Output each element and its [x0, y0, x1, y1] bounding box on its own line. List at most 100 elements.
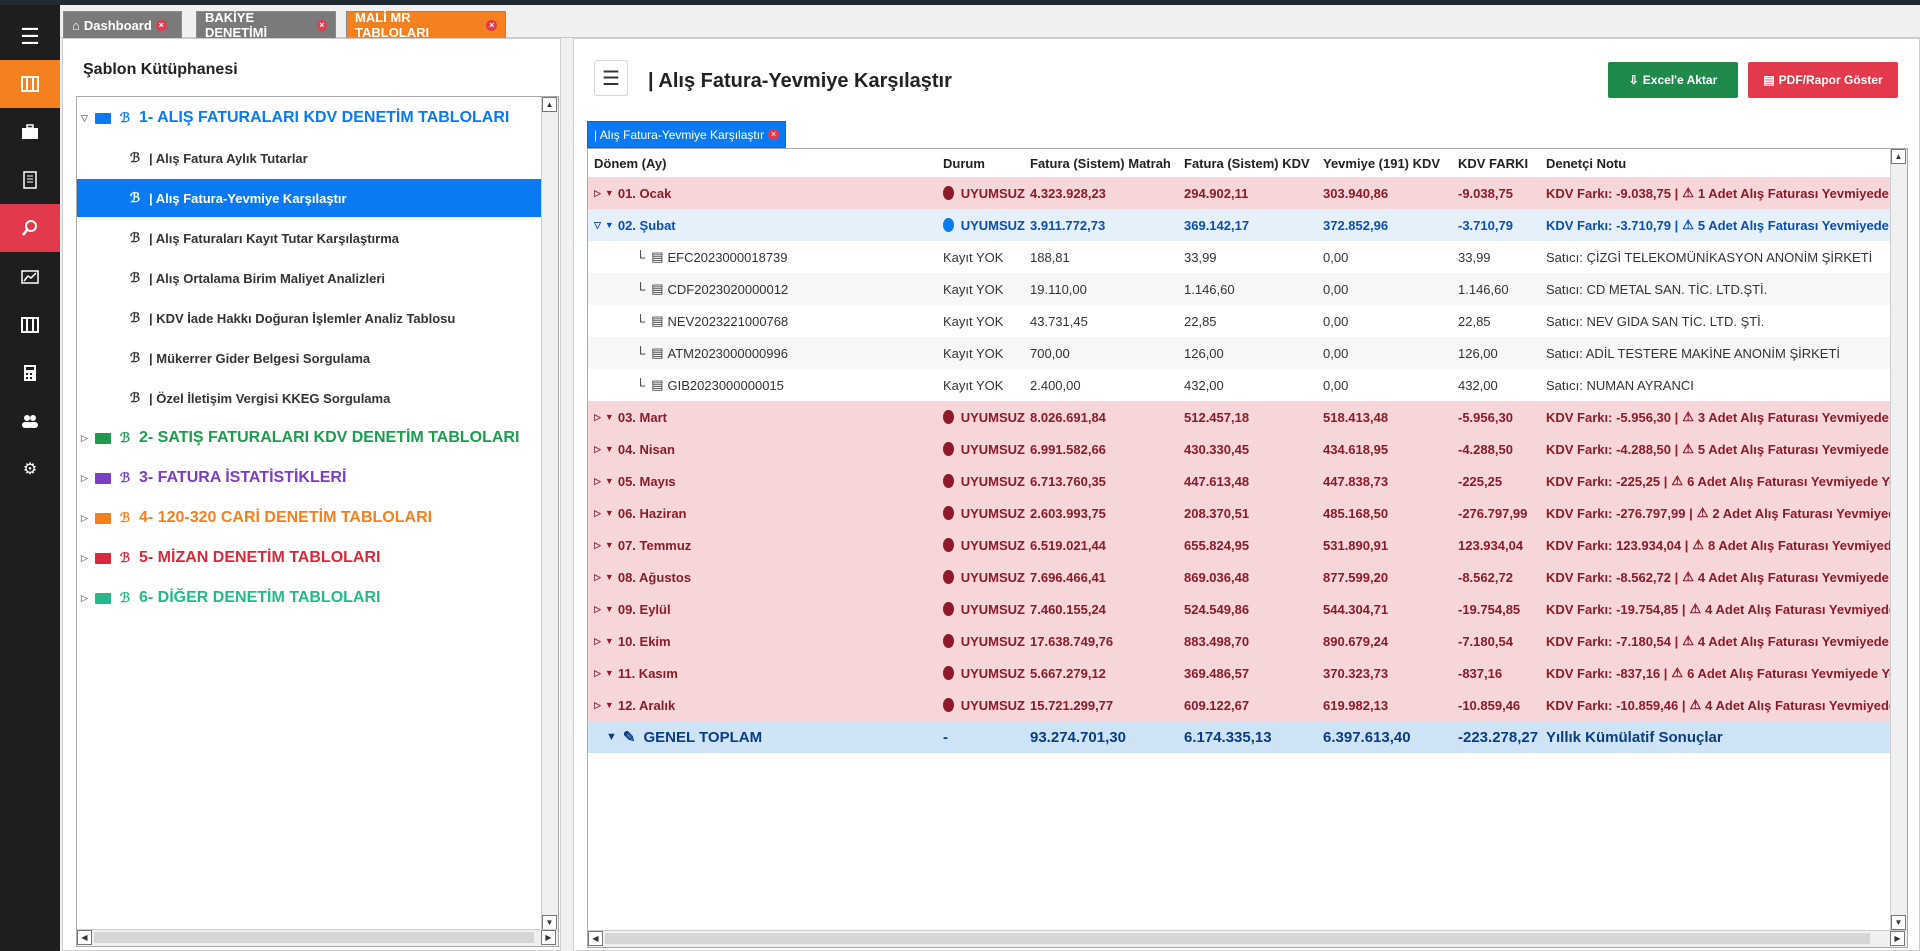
close-icon[interactable]: ×	[316, 19, 327, 31]
pdf-report-button[interactable]: ▤ PDF/Rapor Göster	[1748, 62, 1898, 98]
scroll-left-icon[interactable]: ◀	[77, 930, 92, 945]
collapse-arrow-icon: ▼	[604, 444, 614, 454]
table-row[interactable]: ▷ ▼ 10. Ekim UYUMSUZ 17.638.749,76 883.498…	[588, 625, 1890, 657]
expand-icon[interactable]: ▷	[81, 473, 93, 484]
expand-icon[interactable]: ▷	[594, 508, 601, 519]
tab-bakiye-denetimi[interactable]: BAKİYE DENETİMİ ×	[196, 10, 336, 40]
grid-horizontal-scrollbar[interactable]: ◀ ▶	[588, 930, 1907, 947]
close-icon[interactable]: ×	[486, 19, 497, 31]
table-row[interactable]: ▷ ▼ 04. Nisan UYUMSUZ 6.991.582,66 430.330…	[588, 433, 1890, 465]
tree-category-mizan[interactable]: ▷ ℬ 5- MİZAN DENETİM TABLOLARI	[77, 539, 542, 577]
scroll-right-icon[interactable]: ▶	[541, 930, 556, 945]
expand-icon[interactable]: ▷	[81, 433, 93, 444]
col-header-fark[interactable]: KDV FARKI	[1458, 149, 1528, 177]
scroll-up-icon[interactable]: ▲	[542, 97, 557, 112]
detail-row[interactable]: └ ▤ GIB2023000000015 Kayıt YOK 2.400,00 43…	[588, 369, 1890, 401]
sidebar-item-bank[interactable]	[0, 301, 60, 349]
sidebar-item-users[interactable]	[0, 397, 60, 445]
table-row[interactable]: ▽ ▼ 02. Şubat UYUMSUZ 3.911.772,73 369.142…	[588, 209, 1890, 241]
total-row[interactable]: ▼ ✎ GENEL TOPLAM - 93.274.701,30 6.174.335…	[588, 721, 1890, 753]
tab-dashboard[interactable]: ⌂ Dashboard ×	[63, 11, 182, 38]
hamburger-icon[interactable]: ☰	[0, 13, 60, 61]
tree-vertical-scrollbar[interactable]: ▲ ▼	[541, 97, 558, 930]
status-cell: UYUMSUZ	[943, 401, 1025, 433]
expand-icon[interactable]: ▷	[594, 636, 601, 647]
tree-item-selected[interactable]: ℬ | Alış Fatura-Yevmiye Karşılaştır	[77, 179, 542, 217]
table-row[interactable]: ▷ ▼ 12. Aralık UYUMSUZ 15.721.299,77 609.1…	[588, 689, 1890, 721]
col-header-durum[interactable]: Durum	[943, 149, 985, 177]
expand-icon[interactable]: ▷	[594, 572, 601, 583]
table-row[interactable]: ▷ ▼ 06. Haziran UYUMSUZ 2.603.993,75 208.3…	[588, 497, 1890, 529]
col-header-donem[interactable]: Dönem (Ay)	[594, 149, 666, 177]
note-cell: Satıcı: ÇİZGİ TELEKOMÜNİKASYON ANONİM Şİ…	[1546, 249, 1873, 265]
scroll-down-icon[interactable]: ▼	[542, 915, 557, 930]
scroll-left-icon[interactable]: ◀	[588, 931, 603, 946]
sidebar-item-ledger[interactable]	[0, 156, 60, 204]
col-header-matrah[interactable]: Fatura (Sistem) Matrah	[1030, 149, 1171, 177]
expand-icon[interactable]: ▷	[594, 476, 601, 487]
invoice-no: GIB2023000000015	[667, 377, 784, 393]
tree-category-cari[interactable]: ▷ ℬ 4- 120-320 CARİ DENETİM TABLOLARI	[77, 499, 542, 537]
table-row[interactable]: ▷ ▼ 09. Eylül UYUMSUZ 7.460.155,24 524.549…	[588, 593, 1890, 625]
tree-category-alis[interactable]: ▽ ℬ 1- ALIŞ FATURALARI KDV DENETİM TABLO…	[77, 99, 542, 137]
table-row[interactable]: ▷ ▼ 07. Temmuz UYUMSUZ 6.519.021,44 655.82…	[588, 529, 1890, 561]
menu-button[interactable]: ☰	[594, 60, 628, 96]
tree-category-diger[interactable]: ▷ ℬ 6- DİĞER DENETİM TABLOLARI	[77, 579, 542, 617]
tree-item[interactable]: ℬ | Alış Ortalama Birim Maliyet Analizle…	[77, 259, 542, 297]
expand-icon[interactable]: ▷	[594, 188, 601, 199]
scroll-right-icon[interactable]: ▶	[1890, 931, 1905, 946]
status-cell: UYUMSUZ	[943, 177, 1025, 209]
tree-item[interactable]: ℬ | KDV İade Hakkı Doğuran İşlemler Anal…	[77, 299, 542, 337]
tree-item[interactable]: ℬ | Alış Fatura Aylık Tutarlar	[77, 139, 542, 177]
sidebar-item-chart[interactable]	[0, 253, 60, 301]
matrah-cell: 7.460.155,24	[1030, 601, 1106, 617]
col-header-kdv[interactable]: Fatura (Sistem) KDV	[1184, 149, 1310, 177]
scroll-thumb[interactable]	[605, 933, 1870, 944]
document-tab[interactable]: | Alış Fatura-Yevmiye Karşılaştır ×	[587, 121, 787, 148]
expand-icon[interactable]: ▷	[594, 604, 601, 615]
sidebar-item-briefcase[interactable]	[0, 108, 60, 156]
tree-horizontal-scrollbar[interactable]: ◀ ▶	[77, 929, 558, 946]
excel-export-button[interactable]: ⇩ Excel'e Aktar	[1608, 62, 1738, 98]
tree-category-satis[interactable]: ▷ ℬ 2- SATIŞ FATURALARI KDV DENETİM TABL…	[77, 419, 542, 457]
settings-icon[interactable]: ⚙	[0, 445, 60, 493]
tab-mali-mr-tablolari[interactable]: MALİ MR TABLOLARI ×	[346, 10, 506, 40]
col-header-yevmiye[interactable]: Yevmiye (191) KDV	[1323, 149, 1440, 177]
sidebar-item-calculator[interactable]	[0, 349, 60, 397]
expand-icon[interactable]: ▷	[81, 553, 93, 564]
collapse-icon[interactable]: ▽	[594, 220, 601, 231]
expand-icon[interactable]: ▷	[594, 700, 601, 711]
close-icon[interactable]: ×	[155, 19, 167, 31]
expand-icon[interactable]: ▷	[594, 540, 601, 551]
table-row[interactable]: ▷ ▼ 11. Kasım UYUMSUZ 5.667.279,12 369.486…	[588, 657, 1890, 689]
scroll-thumb[interactable]	[94, 932, 534, 943]
detail-row[interactable]: └ ▤ EFC2023000018739 Kayıt YOK 188,81 33,9…	[588, 241, 1890, 273]
grid-vertical-scrollbar[interactable]: ▲ ▼	[1890, 149, 1907, 930]
note-cell: Satıcı: NUMAN AYRANCI	[1546, 377, 1694, 393]
table-row[interactable]: ▷ ▼ 08. Ağustos UYUMSUZ 7.696.466,41 869.0…	[588, 561, 1890, 593]
note-cell: KDV Farkı: -8.562,72 | ⚠ 4 Adet Alış Fatur…	[1546, 561, 1890, 593]
table-row[interactable]: ▷ ▼ 03. Mart UYUMSUZ 8.026.691,84 512.457,…	[588, 401, 1890, 433]
expand-icon[interactable]: ▷	[81, 593, 93, 604]
detail-row[interactable]: └ ▤ CDF2023020000012 Kayıt YOK 19.110,00 1…	[588, 273, 1890, 305]
scroll-up-icon[interactable]: ▲	[1891, 149, 1906, 164]
note-text: KDV Farkı: -276.797,99 |	[1546, 505, 1693, 521]
tree-item[interactable]: ℬ | Mükerrer Gider Belgesi Sorgulama	[77, 339, 542, 377]
expand-icon[interactable]: ▷	[594, 444, 601, 455]
detail-row[interactable]: └ ▤ NEV2023221000768 Kayıt YOK 43.731,45 2…	[588, 305, 1890, 337]
tree-item[interactable]: ℬ | Alış Faturaları Kayıt Tutar Karşılaş…	[77, 219, 542, 257]
tree-item[interactable]: ℬ | Özel İletişim Vergisi KKEG Sorgulama	[77, 379, 542, 417]
close-icon[interactable]: ×	[768, 129, 780, 140]
col-header-not[interactable]: Denetçi Notu	[1546, 149, 1626, 177]
expand-icon[interactable]: ▷	[81, 513, 93, 524]
detail-row[interactable]: └ ▤ ATM2023000000996 Kayıt YOK 700,00 126,…	[588, 337, 1890, 369]
expand-icon[interactable]: ▷	[594, 668, 601, 679]
tree-category-istatistik[interactable]: ▷ ℬ 3- FATURA İSTATİSTİKLERİ	[77, 459, 542, 497]
table-row[interactable]: ▷ ▼ 01. Ocak UYUMSUZ 4.323.928,23 294.902,…	[588, 177, 1890, 209]
scroll-down-icon[interactable]: ▼	[1891, 915, 1906, 930]
expand-icon[interactable]: ▷	[594, 412, 601, 423]
collapse-icon[interactable]: ▽	[81, 113, 93, 124]
sidebar-item-mali-mr[interactable]	[0, 60, 60, 108]
sidebar-item-search[interactable]	[0, 204, 60, 252]
table-row[interactable]: ▷ ▼ 05. Mayıs UYUMSUZ 6.713.760,35 447.613…	[588, 465, 1890, 497]
